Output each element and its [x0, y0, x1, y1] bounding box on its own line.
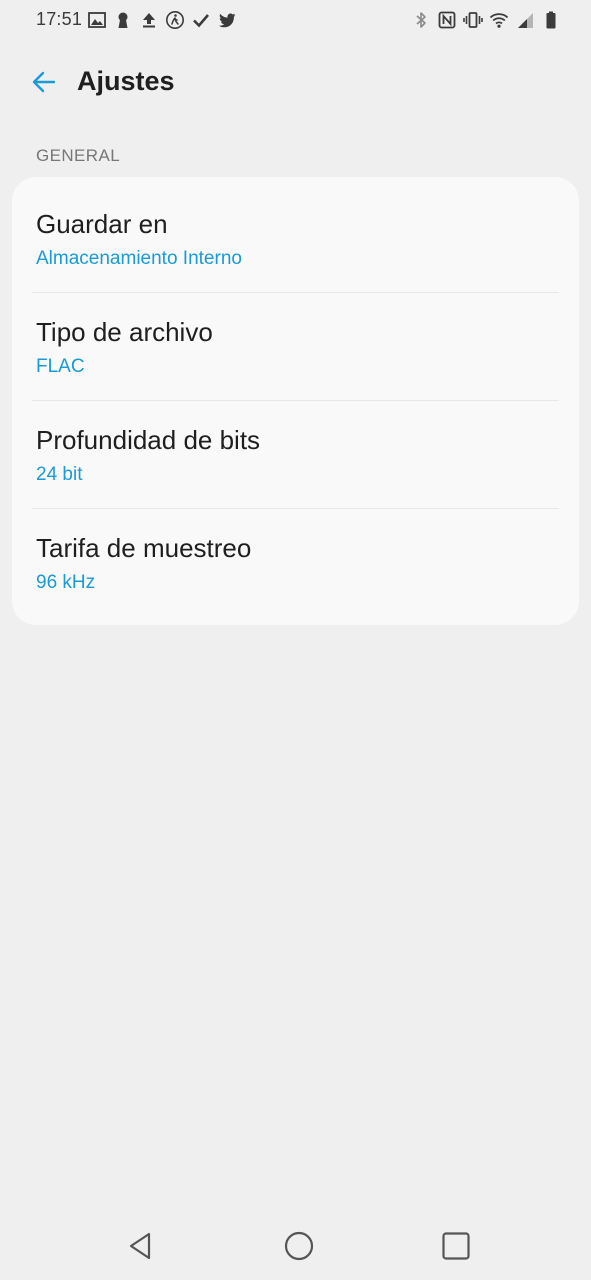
keyhole-icon: [113, 10, 133, 30]
setting-title: Profundidad de bits: [36, 425, 261, 455]
status-time: 17:51: [36, 9, 83, 29]
setting-title: Guardar en: [36, 209, 168, 239]
setting-title: Tipo de archivo: [36, 317, 213, 347]
walk-icon: [165, 10, 185, 30]
setting-title: Tarifa de muestreo: [36, 533, 252, 563]
battery-icon: [541, 10, 561, 30]
status-bar: 17:51: [0, 0, 591, 40]
section-header-general: GENERAL: [36, 146, 121, 165]
nav-home-button[interactable]: [279, 1226, 319, 1266]
check-icon: [191, 10, 211, 30]
setting-value: 96 kHz: [36, 572, 96, 593]
bluetooth-icon: [411, 10, 431, 30]
wifi-icon: [489, 10, 509, 30]
system-icons: [411, 9, 561, 31]
notification-icons: [87, 9, 237, 31]
setting-value: Almacenamiento Interno: [36, 248, 242, 269]
arrow-back-icon: [30, 68, 58, 96]
navigation-bar: [0, 1210, 591, 1280]
twitter-icon: [217, 10, 237, 30]
image-icon: [87, 10, 107, 30]
app-bar: Ajustes: [0, 52, 591, 112]
nav-back-icon: [125, 1230, 157, 1262]
setting-value: FLAC: [36, 356, 85, 377]
nav-home-icon: [283, 1230, 315, 1262]
setting-bit-depth[interactable]: Profundidad de bits 24 bit: [12, 393, 579, 500]
nav-recents-icon: [440, 1230, 472, 1262]
back-button[interactable]: [22, 60, 66, 104]
setting-save-location[interactable]: Guardar en Almacenamiento Interno: [12, 177, 579, 284]
setting-value: 24 bit: [36, 464, 83, 485]
setting-sample-rate[interactable]: Tarifa de muestreo 96 kHz: [12, 501, 579, 608]
nav-back-button[interactable]: [121, 1226, 161, 1266]
settings-card: Guardar en Almacenamiento Interno Tipo d…: [12, 177, 579, 625]
page-title: Ajustes: [77, 66, 175, 96]
setting-file-type[interactable]: Tipo de archivo FLAC: [12, 285, 579, 392]
upload-icon: [139, 10, 159, 30]
vibrate-icon: [463, 10, 483, 30]
nfc-icon: [437, 10, 457, 30]
cell-signal-icon: [515, 10, 535, 30]
nav-recents-button[interactable]: [436, 1226, 476, 1266]
